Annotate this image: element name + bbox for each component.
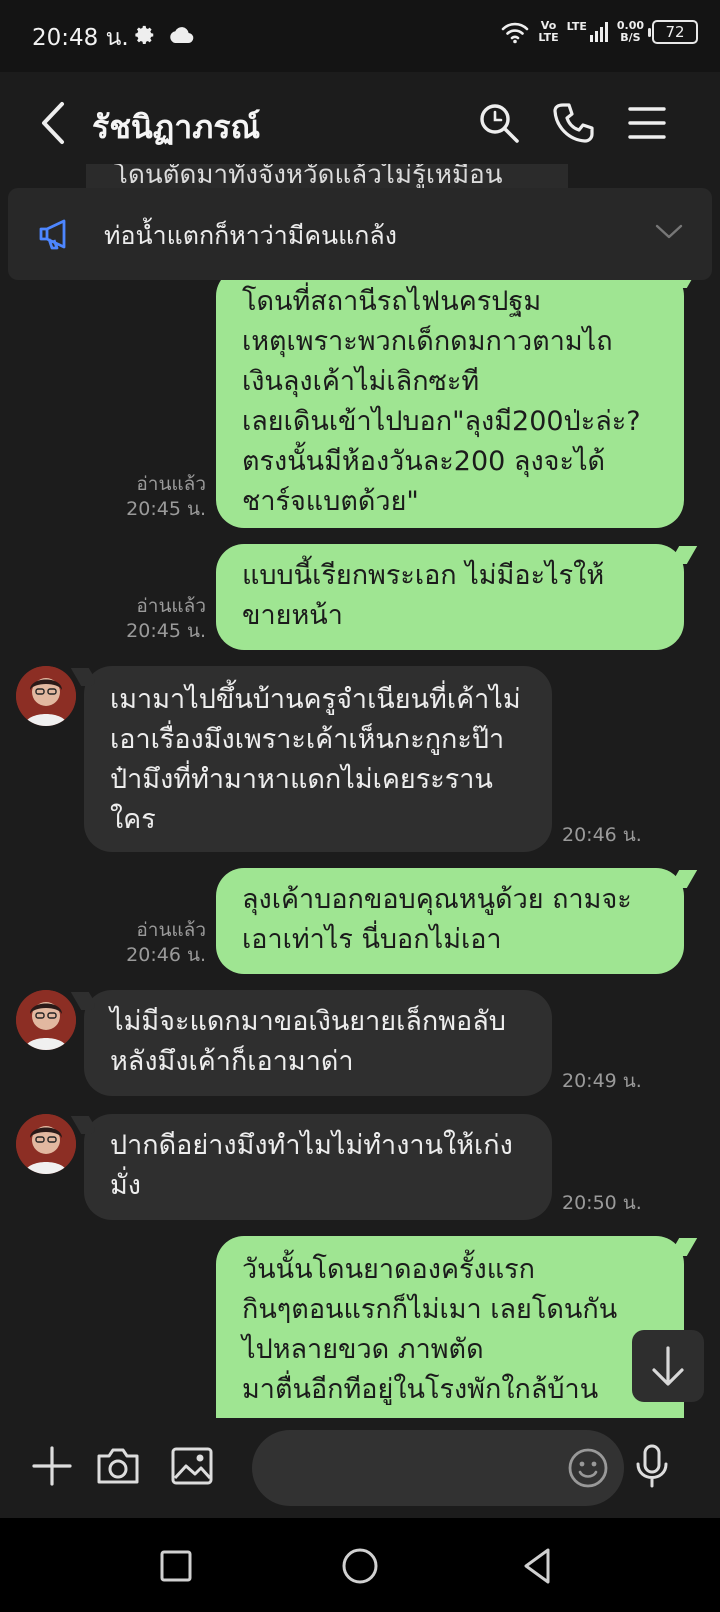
avatar[interactable] [16, 990, 76, 1050]
home-icon[interactable] [338, 1544, 382, 1588]
message-time: 20:46 น. [126, 944, 206, 966]
back-nav-icon[interactable] [516, 1544, 560, 1588]
battery-indicator: 72 [648, 20, 698, 44]
read-receipt: อ่านแล้ว [136, 919, 206, 941]
menu-icon[interactable] [624, 100, 670, 146]
message-bubble-incoming[interactable]: ไม่มีจะแดกมาขอเงินยายเล็กพอลับ หลังมึงเค… [84, 990, 552, 1096]
emoji-icon[interactable] [566, 1446, 610, 1490]
message-time: 20:50 น. [562, 1192, 642, 1214]
megaphone-icon [39, 219, 66, 250]
chevron-down-icon[interactable] [654, 222, 684, 242]
arrow-down-icon [652, 1346, 684, 1386]
read-receipt: อ่านแล้ว [136, 595, 206, 617]
system-navigation-bar [0, 1518, 720, 1612]
avatar-image [16, 990, 76, 1050]
avatar[interactable] [16, 666, 76, 726]
microphone-icon[interactable] [628, 1442, 676, 1490]
status-time: 20:48 น. [32, 25, 129, 51]
image-icon[interactable] [168, 1442, 216, 1490]
message-input-bar [0, 1418, 720, 1518]
message-bubble-outgoing[interactable]: ลุงเค้าบอกขอบคุณหนูด้วย ถามจะ เอาเท่าไร … [216, 868, 684, 974]
wifi-icon [502, 22, 529, 44]
message-bubble-outgoing[interactable]: แบบนี้เรียกพระเอก ไม่มีอะไรให้ ขายหน้า [216, 544, 684, 650]
message-time: 20:46 น. [562, 824, 642, 846]
message-time: 20:45 น. [126, 620, 206, 642]
pinned-announcement[interactable]: ท่อน้ำแตกก็หาว่ามีคนแกล้ง [8, 188, 712, 280]
message-bubble-incoming[interactable]: ปากดีอย่างมึงทำไมไม่ทำงานให้เก่ง มั่ง [84, 1114, 552, 1220]
gear-icon [135, 25, 154, 44]
phone-icon[interactable] [550, 100, 596, 146]
read-receipt: อ่านแล้ว [136, 473, 206, 495]
chat-messages[interactable]: โดนที่สถานีรถไฟนครปฐม เหตุเพราะพวกเด็กดม… [0, 280, 720, 1418]
message-time: 20:49 น. [562, 1070, 642, 1092]
scroll-to-bottom-button[interactable] [632, 1330, 704, 1402]
message-bubble-outgoing[interactable]: วันนั้นโดนยาดองครั้งแรก กินๆตอนแรกก็ไม่เ… [216, 1236, 684, 1418]
plus-icon[interactable] [28, 1442, 76, 1490]
signal-icon [589, 22, 608, 42]
announcement-text: ท่อน้ำแตกก็หาว่ามีคนแกล้ง [104, 221, 397, 250]
volte-label-bottom: LTE [538, 31, 559, 44]
speed-unit: B/S [620, 31, 641, 44]
lte-label: LTE [566, 20, 587, 33]
recent-apps-icon[interactable] [154, 1544, 198, 1588]
search-icon[interactable] [476, 100, 522, 146]
avatar[interactable] [16, 1114, 76, 1174]
message-time: 20:45 น. [126, 498, 206, 520]
back-icon[interactable] [34, 98, 74, 148]
previous-announcement-text: โดนตัดมาทั้งจังหวัดแล้วไม่รู้เหมือน [114, 164, 503, 188]
cloud-icon [170, 27, 194, 44]
chat-title: รัชนิฏาภรณ์ [92, 108, 261, 146]
status-bar: 20:48 น. Vo LTE LTE 0.00 B/S 72 [0, 0, 720, 72]
previous-announcement-peek: โดนตัดมาทั้งจังหวัดแล้วไม่รู้เหมือน [86, 164, 568, 188]
avatar-image [16, 666, 76, 726]
message-bubble-incoming[interactable]: เมามาไปขึ้นบ้านครูจำเนียนที่เค้าไม่ เอาเ… [84, 666, 552, 852]
camera-icon[interactable] [94, 1442, 142, 1490]
message-bubble-outgoing[interactable]: โดนที่สถานีรถไฟนครปฐม เหตุเพราะพวกเด็กดม… [216, 280, 684, 528]
avatar-image [16, 1114, 76, 1174]
